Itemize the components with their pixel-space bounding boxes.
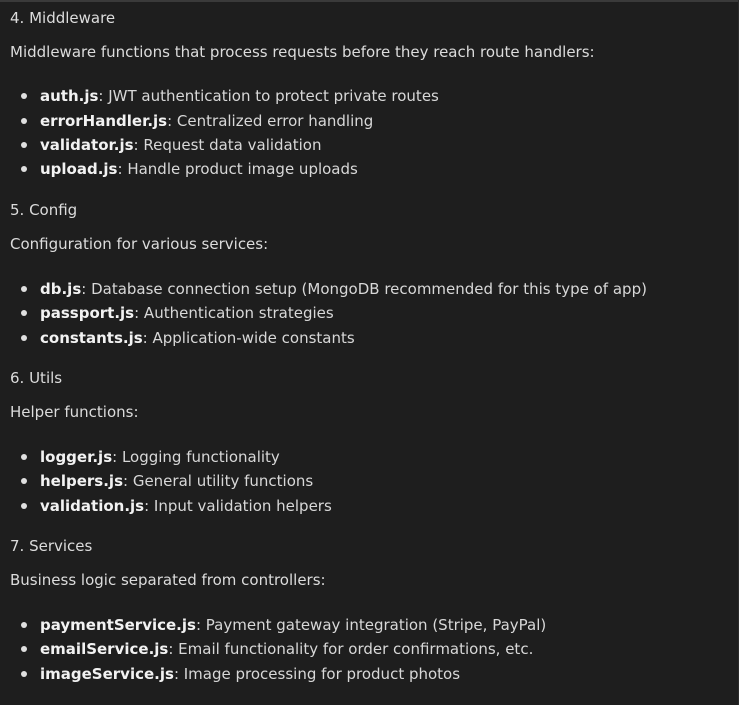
file-description: : Application-wide constants — [142, 329, 355, 347]
file-description: : Authentication strategies — [134, 304, 334, 322]
bullet-dot-icon — [21, 622, 27, 628]
section-heading-middleware: 4. Middleware — [10, 9, 116, 27]
file-description: : Handle product image uploads — [117, 160, 358, 178]
section-heading-config: 5. Config — [10, 201, 78, 219]
file-description: : General utility functions — [123, 472, 314, 490]
file-description: : Payment gateway integration (Stripe, P… — [195, 616, 547, 634]
section-heading-services: 7. Services — [10, 537, 93, 555]
file-name: helpers.js — [40, 472, 123, 490]
file-name: logger.js — [40, 448, 113, 466]
file-name: errorHandler.js — [40, 112, 168, 130]
bullet-dot-icon — [21, 286, 27, 292]
file-name: validation.js — [40, 497, 145, 515]
file-description: : Image processing for product photos — [173, 665, 461, 683]
file-name: upload.js — [40, 160, 118, 178]
section-heading-utils: 6. Utils — [10, 369, 63, 387]
bullet-dot-icon — [21, 118, 27, 124]
bullet-dot-icon — [21, 503, 27, 509]
file-name: validator.js — [40, 136, 134, 154]
file-name: constants.js — [40, 329, 143, 347]
bullet-dot-icon — [21, 142, 27, 148]
bullet-dot-icon — [21, 166, 27, 172]
file-name: auth.js — [40, 87, 99, 105]
section-intro-config: Configuration for various services: — [10, 235, 269, 253]
file-name: paymentService.js — [40, 616, 196, 634]
bullet-dot-icon — [21, 454, 27, 460]
top-border — [0, 0, 739, 2]
bullet-dot-icon — [21, 335, 27, 341]
file-name: emailService.js — [40, 640, 169, 658]
section-intro-utils: Helper functions: — [10, 403, 139, 421]
file-name: passport.js — [40, 304, 135, 322]
bullet-dot-icon — [21, 478, 27, 484]
section-intro-middleware: Middleware functions that process reques… — [10, 43, 595, 61]
file-description: : Centralized error handling — [167, 112, 374, 130]
file-description: : Logging functionality — [112, 448, 280, 466]
file-description: : JWT authentication to protect private … — [98, 87, 439, 105]
file-name: db.js — [40, 280, 82, 298]
file-description: : Request data validation — [133, 136, 322, 154]
section-intro-services: Business logic separated from controller… — [10, 571, 326, 589]
bullet-dot-icon — [21, 671, 27, 677]
bullet-dot-icon — [21, 646, 27, 652]
bullet-dot-icon — [21, 310, 27, 316]
file-description: : Input validation helpers — [144, 497, 332, 515]
bullet-dot-icon — [21, 93, 27, 99]
file-name: imageService.js — [40, 665, 174, 683]
file-description: : Database connection setup (MongoDB rec… — [81, 280, 647, 298]
file-description: : Email functionality for order confirma… — [168, 640, 534, 658]
